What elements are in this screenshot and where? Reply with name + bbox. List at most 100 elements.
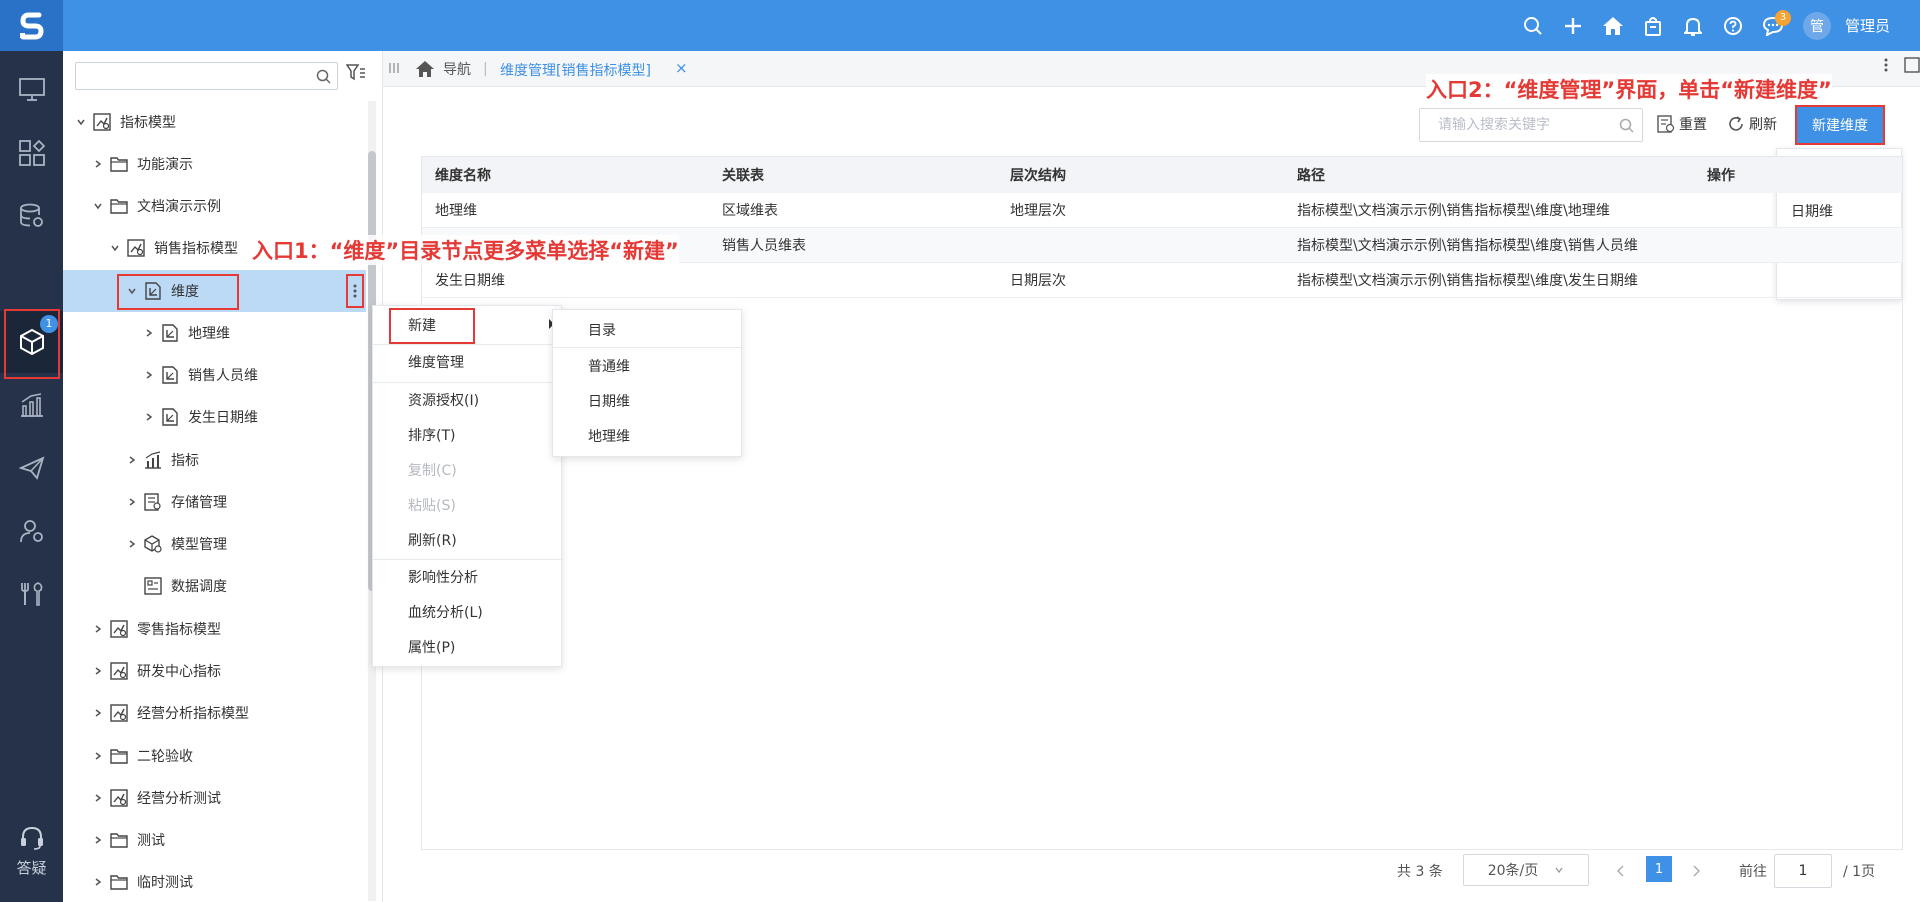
chevron-right-icon[interactable] [91,157,105,171]
tree-node-label: 临时测试 [137,875,193,891]
menu-item-new[interactable]: 新建 [373,309,563,344]
dimension-search-field[interactable] [1420,109,1610,141]
bell-icon[interactable] [1673,0,1713,51]
chevron-right-icon[interactable] [91,791,105,805]
tree-node[interactable]: 指标模型 [63,101,366,143]
chevron-right-icon[interactable] [91,833,105,847]
menu-item-refresh[interactable]: 刷新(R) [373,524,563,559]
menu-item-resource-authorization[interactable]: 资源授权(I) [373,384,563,419]
tree-node[interactable]: 销售人员维 [63,354,366,396]
tree-node[interactable]: 文档演示示例 [63,185,366,227]
chevron-right-icon[interactable] [142,368,156,382]
avatar[interactable]: 管 [1802,11,1831,40]
tree-node[interactable]: 零售指标模型 [63,608,366,650]
chevron-right-icon[interactable] [91,622,105,636]
refresh-button[interactable]: 刷新 [1727,114,1777,134]
chevron-right-icon[interactable] [91,706,105,720]
rail-user-settings-icon[interactable] [0,500,63,562]
tree-node-selected[interactable]: 维度 [63,270,366,312]
rail-monitor-icon[interactable] [0,59,63,121]
menu-item-sort[interactable]: 排序(T) [373,419,563,454]
submenu-item-directory[interactable]: 目录 [553,314,743,349]
submenu-item-normal-dimension[interactable]: 普通维 [553,350,743,385]
model-icon [126,238,146,258]
tree-node[interactable]: 指标 [63,439,366,481]
search-icon[interactable] [1619,118,1634,133]
reset-button[interactable]: 重置 [1657,114,1707,134]
tab-dimension-management[interactable]: 维度管理[销售指标模型] [500,60,651,80]
menu-item-dimension-management[interactable]: 维度管理 [373,346,563,381]
menu-item-lineage-analysis[interactable]: 血统分析(L) [373,596,563,631]
chevron-down-icon[interactable] [74,115,88,129]
search-icon[interactable] [1513,0,1553,51]
menu-item-properties[interactable]: 属性(P) [373,631,563,666]
tree-node[interactable]: 经营分析指标模型 [63,692,366,734]
reset-icon [1657,115,1675,133]
menu-divider [373,559,563,560]
message-icon[interactable]: 3 [1753,0,1793,51]
rail-dashboard-icon[interactable] [0,122,63,184]
more-options-button[interactable] [346,274,364,308]
menu-item-copy[interactable]: 复制(C) [373,454,563,489]
tree-node[interactable]: 存储管理 [63,481,366,523]
tree-node[interactable]: 模型管理 [63,523,366,565]
rail-chart-icon[interactable] [0,374,63,436]
table-cell: 日期层次 [1010,273,1066,289]
table-row[interactable]: 发生日期维 日期层次 指标模型\文档演示示例\销售指标模型\维度\发生日期维 [422,263,1902,298]
chevron-down-icon[interactable] [108,241,122,255]
table-row[interactable]: 地理维 区域维表 地理层次 指标模型\文档演示示例\销售指标模型\维度\地理维 [422,193,1902,228]
chevron-right-icon[interactable] [91,875,105,889]
dimension-search-input[interactable] [1419,108,1643,142]
new-dimension-button[interactable]: 新建维度 [1795,105,1885,145]
help-icon[interactable] [1713,0,1753,51]
chevron-right-icon[interactable] [125,453,139,467]
tree-node-label: 零售指标模型 [137,622,221,638]
home-icon[interactable] [1593,0,1633,51]
user-name[interactable]: 管理员 [1845,15,1890,36]
tree-search-input[interactable] [75,62,338,90]
goto-page-input[interactable]: 1 [1774,854,1832,888]
table-header: 维度名称 关联表 层次结构 路径 操作 [422,157,1902,193]
shopping-bag-icon[interactable] [1633,0,1673,51]
maximize-icon[interactable] [1904,57,1920,73]
chevron-right-icon[interactable] [91,664,105,678]
chevron-right-icon[interactable] [142,326,156,340]
refresh-label: 刷新 [1749,117,1777,133]
chevron-right-icon[interactable] [91,749,105,763]
tree-node[interactable]: 发生日期维 [63,396,366,438]
prev-page-icon[interactable] [1616,854,1626,888]
tree-node[interactable]: 二轮验收 [63,735,366,777]
tab-home[interactable]: 导航 [415,59,471,79]
tree-node[interactable]: 地理维 [63,312,366,354]
page-number-current[interactable]: 1 [1646,856,1672,882]
metric-icon [143,450,163,470]
chevron-right-icon[interactable] [125,495,139,509]
rail-send-icon[interactable] [0,437,63,499]
menu-item-paste[interactable]: 粘贴(S) [373,489,563,524]
rail-help[interactable]: 答疑 [0,825,63,878]
tree-node[interactable]: 测试 [63,819,366,861]
tree-node[interactable]: 研发中心指标 [63,650,366,692]
collapse-icon[interactable] [389,62,399,74]
column-header: 路径 [1297,168,1325,184]
next-page-icon[interactable] [1691,854,1701,888]
rail-database-icon[interactable] [0,185,63,247]
tab-close-icon[interactable]: × [675,59,688,77]
app-logo[interactable] [0,0,63,51]
more-vertical-icon[interactable] [1884,57,1888,73]
chevron-right-icon[interactable] [125,537,139,551]
add-icon[interactable] [1553,0,1593,51]
filter-icon[interactable] [346,64,366,82]
tree-node[interactable]: 经营分析测试 [63,777,366,819]
submenu-item-date-dimension[interactable]: 日期维 [553,385,743,420]
tree-node[interactable]: 功能演示 [63,143,366,185]
tree-node[interactable]: 临时测试 [63,861,366,902]
rail-tools-icon[interactable] [0,563,63,625]
menu-item-impact-analysis[interactable]: 影响性分析 [373,561,563,596]
chevron-down-icon[interactable] [91,199,105,213]
tree-node[interactable]: 数据调度 [63,565,366,607]
page-size-select[interactable]: 20条/页 [1463,854,1589,886]
submenu-item-geo-dimension[interactable]: 地理维 [553,420,743,455]
model-icon [109,788,129,808]
chevron-right-icon[interactable] [142,410,156,424]
